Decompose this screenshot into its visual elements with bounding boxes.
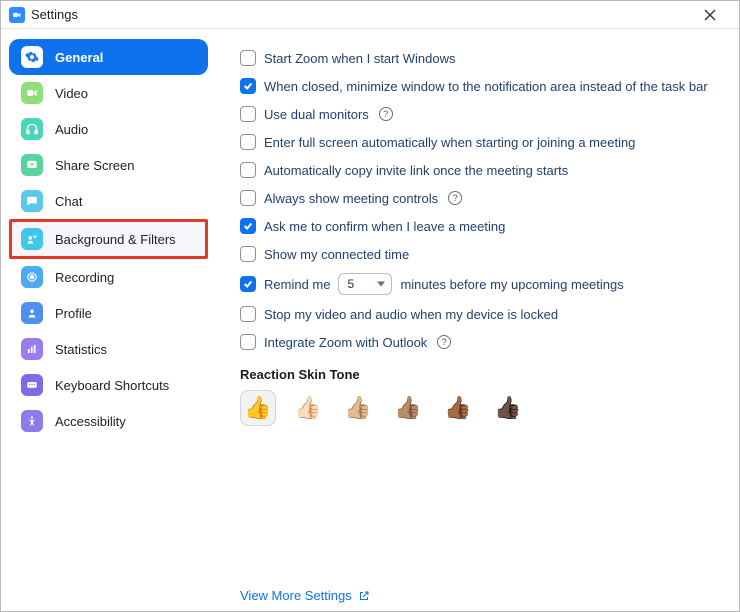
checkbox-integrate-outlook[interactable] bbox=[240, 334, 256, 350]
sidebar-item-accessibility[interactable]: Accessibility bbox=[9, 403, 208, 439]
sidebar-item-label: Background & Filters bbox=[55, 232, 176, 247]
view-more-settings-link[interactable]: View More Settings bbox=[240, 588, 370, 603]
reaction-skin-tone-picker: 👍 👍🏻 👍🏼 👍🏽 👍🏾 👍🏿 bbox=[240, 390, 715, 426]
option-label: Ask me to confirm when I leave a meeting bbox=[264, 219, 505, 234]
option-enter-full-screen: Enter full screen automatically when sta… bbox=[240, 133, 715, 151]
video-icon bbox=[21, 82, 43, 104]
sidebar-item-video[interactable]: Video bbox=[9, 75, 208, 111]
sidebar-item-label: Audio bbox=[55, 122, 88, 137]
option-label: Integrate Zoom with Outlook bbox=[264, 335, 427, 350]
chat-icon bbox=[21, 190, 43, 212]
option-label: Enter full screen automatically when sta… bbox=[264, 135, 635, 150]
sidebar-item-audio[interactable]: Audio bbox=[9, 111, 208, 147]
sidebar-item-label: Statistics bbox=[55, 342, 107, 357]
option-start-with-windows: Start Zoom when I start Windows bbox=[240, 49, 715, 67]
sidebar-item-label: Keyboard Shortcuts bbox=[55, 378, 169, 393]
reaction-skin-tone-title: Reaction Skin Tone bbox=[240, 367, 715, 382]
sidebar-item-background-filters[interactable]: Background & Filters bbox=[9, 219, 208, 259]
zoom-app-icon bbox=[9, 7, 25, 23]
skin-tone-option-4[interactable]: 👍🏾 bbox=[440, 390, 476, 426]
checkbox-enter-full-screen[interactable] bbox=[240, 134, 256, 150]
skin-tone-option-3[interactable]: 👍🏽 bbox=[390, 390, 426, 426]
background-filters-icon bbox=[21, 228, 43, 250]
settings-sidebar: General Video Audio Share Screen bbox=[1, 29, 216, 611]
sidebar-item-recording[interactable]: Recording bbox=[9, 259, 208, 295]
option-label: Always show meeting controls bbox=[264, 191, 438, 206]
checkbox-minimize-to-tray[interactable] bbox=[240, 78, 256, 94]
option-label: Use dual monitors bbox=[264, 107, 369, 122]
help-icon[interactable]: ? bbox=[448, 191, 462, 205]
option-label-after: minutes before my upcoming meetings bbox=[400, 277, 623, 292]
sidebar-item-label: Recording bbox=[55, 270, 114, 285]
option-dual-monitors: Use dual monitors ? bbox=[240, 105, 715, 123]
share-screen-icon bbox=[21, 154, 43, 176]
window-title: Settings bbox=[31, 7, 78, 22]
close-icon bbox=[704, 9, 716, 21]
checkbox-confirm-leave[interactable] bbox=[240, 218, 256, 234]
settings-content: Start Zoom when I start Windows When clo… bbox=[216, 29, 739, 611]
sidebar-item-label: Profile bbox=[55, 306, 92, 321]
external-link-icon bbox=[358, 590, 370, 602]
option-confirm-leave: Ask me to confirm when I leave a meeting bbox=[240, 217, 715, 235]
option-label: Show my connected time bbox=[264, 247, 409, 262]
option-connected-time: Show my connected time bbox=[240, 245, 715, 263]
checkbox-copy-invite-link[interactable] bbox=[240, 162, 256, 178]
sidebar-item-share-screen[interactable]: Share Screen bbox=[9, 147, 208, 183]
checkbox-stop-when-locked[interactable] bbox=[240, 306, 256, 322]
statistics-icon bbox=[21, 338, 43, 360]
option-label: When closed, minimize window to the noti… bbox=[264, 79, 708, 94]
sidebar-item-label: Video bbox=[55, 86, 88, 101]
view-more-label: View More Settings bbox=[240, 588, 352, 603]
accessibility-icon bbox=[21, 410, 43, 432]
help-icon[interactable]: ? bbox=[379, 107, 393, 121]
headphones-icon bbox=[21, 118, 43, 140]
settings-window: Settings General Video bbox=[0, 0, 740, 612]
option-label: Start Zoom when I start Windows bbox=[264, 51, 455, 66]
sidebar-item-label: Share Screen bbox=[55, 158, 135, 173]
option-label: Stop my video and audio when my device i… bbox=[264, 307, 558, 322]
sidebar-item-profile[interactable]: Profile bbox=[9, 295, 208, 331]
sidebar-item-label: General bbox=[55, 50, 103, 65]
option-remind-me: Remind me 5 minutes before my upcoming m… bbox=[240, 273, 715, 295]
profile-icon bbox=[21, 302, 43, 324]
close-button[interactable] bbox=[689, 2, 731, 28]
checkbox-remind-me[interactable] bbox=[240, 276, 256, 292]
checkbox-show-meeting-controls[interactable] bbox=[240, 190, 256, 206]
checkbox-start-with-windows[interactable] bbox=[240, 50, 256, 66]
skin-tone-option-0[interactable]: 👍 bbox=[240, 390, 276, 426]
option-minimize-to-tray: When closed, minimize window to the noti… bbox=[240, 77, 715, 95]
keyboard-icon bbox=[21, 374, 43, 396]
recording-icon bbox=[21, 266, 43, 288]
option-stop-when-locked: Stop my video and audio when my device i… bbox=[240, 305, 715, 323]
option-label: Automatically copy invite link once the … bbox=[264, 163, 568, 178]
titlebar: Settings bbox=[1, 1, 739, 29]
help-icon[interactable]: ? bbox=[437, 335, 451, 349]
sidebar-item-label: Chat bbox=[55, 194, 82, 209]
sidebar-item-keyboard-shortcuts[interactable]: Keyboard Shortcuts bbox=[9, 367, 208, 403]
sidebar-item-statistics[interactable]: Statistics bbox=[9, 331, 208, 367]
option-copy-invite-link: Automatically copy invite link once the … bbox=[240, 161, 715, 179]
option-label-before: Remind me bbox=[264, 277, 330, 292]
checkbox-dual-monitors[interactable] bbox=[240, 106, 256, 122]
sidebar-item-label: Accessibility bbox=[55, 414, 126, 429]
gear-icon bbox=[21, 46, 43, 68]
skin-tone-option-1[interactable]: 👍🏻 bbox=[290, 390, 326, 426]
option-show-meeting-controls: Always show meeting controls ? bbox=[240, 189, 715, 207]
checkbox-connected-time[interactable] bbox=[240, 246, 256, 262]
remind-minutes-select[interactable]: 5 bbox=[338, 273, 392, 295]
sidebar-item-general[interactable]: General bbox=[9, 39, 208, 75]
sidebar-item-chat[interactable]: Chat bbox=[9, 183, 208, 219]
skin-tone-option-2[interactable]: 👍🏼 bbox=[340, 390, 376, 426]
remind-minutes-value: 5 bbox=[347, 277, 354, 291]
skin-tone-option-5[interactable]: 👍🏿 bbox=[490, 390, 526, 426]
option-integrate-outlook: Integrate Zoom with Outlook ? bbox=[240, 333, 715, 351]
